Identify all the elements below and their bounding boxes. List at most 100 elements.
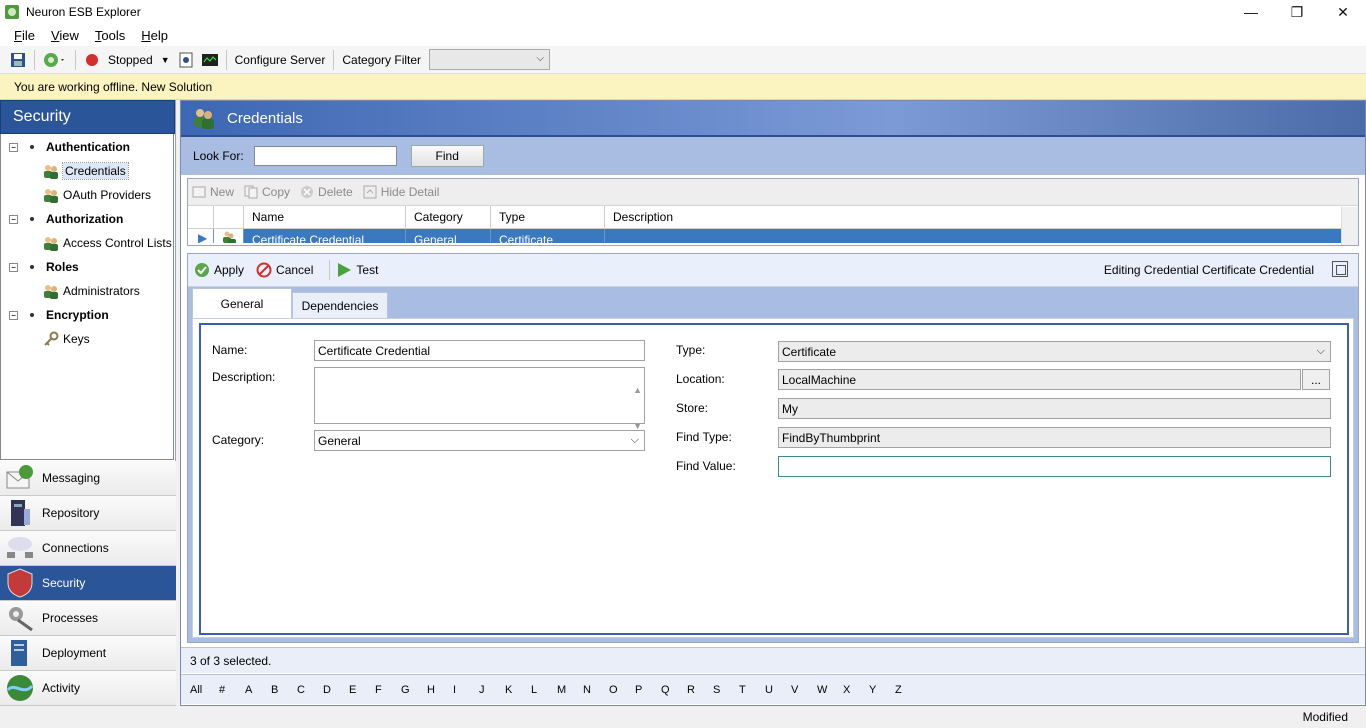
- copy-button[interactable]: Copy: [244, 185, 290, 199]
- tree-group-authentication[interactable]: − Authentication: [9, 136, 130, 158]
- collapse-icon[interactable]: −: [9, 262, 18, 272]
- cancel-button[interactable]: Cancel: [256, 262, 313, 278]
- alpha-filter-e[interactable]: E: [349, 684, 375, 696]
- alpha-filter-u[interactable]: U: [765, 684, 791, 696]
- collapse-icon[interactable]: −: [9, 310, 18, 320]
- save-icon[interactable]: [9, 51, 27, 69]
- alpha-filter-s[interactable]: S: [713, 684, 739, 696]
- store-field[interactable]: My: [778, 398, 1331, 419]
- solution-icon[interactable]: [42, 51, 68, 69]
- description-field[interactable]: ▲ ▼: [314, 367, 645, 431]
- tree-label: Credentials: [62, 162, 129, 180]
- find-value-field[interactable]: [778, 456, 1331, 477]
- chevron-down-icon[interactable]: ▼: [161, 55, 170, 65]
- alpha-filter-h[interactable]: H: [427, 684, 453, 696]
- column-header-type[interactable]: Type: [491, 206, 605, 228]
- tree-item-credentials[interactable]: Credentials: [43, 160, 129, 182]
- nav-button-deployment[interactable]: Deployment: [0, 636, 176, 671]
- nav-button-connections[interactable]: Connections: [0, 531, 176, 566]
- minimize-button[interactable]: —: [1228, 0, 1274, 24]
- info-icon[interactable]: [177, 51, 195, 69]
- apply-button[interactable]: Apply: [194, 262, 244, 278]
- alpha-filter-d[interactable]: D: [323, 684, 349, 696]
- alpha-filter-q[interactable]: Q: [661, 684, 687, 696]
- alpha-filter-j[interactable]: J: [479, 684, 505, 696]
- menu-tools[interactable]: Tools: [87, 28, 133, 43]
- category-select[interactable]: General ⌵: [314, 430, 645, 451]
- name-value: Certificate Credential: [318, 343, 431, 358]
- alpha-filter-p[interactable]: P: [635, 684, 661, 696]
- alpha-filter-b[interactable]: B: [271, 684, 297, 696]
- alpha-filter-g[interactable]: G: [401, 684, 427, 696]
- alpha-filter-n[interactable]: N: [583, 684, 609, 696]
- alpha-filter-x[interactable]: X: [843, 684, 869, 696]
- tree-item-access-control-lists[interactable]: Access Control Lists: [43, 232, 172, 254]
- service-status-label[interactable]: Stopped: [108, 53, 153, 67]
- alpha-filter-r[interactable]: R: [687, 684, 713, 696]
- alpha-filter-hash[interactable]: #: [219, 684, 245, 696]
- collapse-icon[interactable]: −: [9, 142, 18, 152]
- alpha-filter-all[interactable]: All: [190, 684, 219, 696]
- close-button[interactable]: ✕: [1320, 0, 1366, 24]
- column-header-description[interactable]: Description: [605, 206, 1339, 228]
- maximize-detail-icon[interactable]: [1332, 261, 1348, 277]
- alpha-filter-w[interactable]: W: [817, 684, 843, 696]
- alpha-filter-z[interactable]: Z: [895, 684, 921, 696]
- location-browse-button[interactable]: ...: [1302, 369, 1330, 390]
- configure-server-button[interactable]: Configure Server: [235, 53, 326, 67]
- tab-general[interactable]: General: [192, 288, 292, 318]
- alpha-filter-i[interactable]: I: [453, 684, 479, 696]
- column-header-category[interactable]: Category: [406, 206, 491, 228]
- tree-item-administrators[interactable]: Administrators: [43, 280, 140, 302]
- collapse-icon[interactable]: −: [9, 214, 18, 224]
- nav-button-activity[interactable]: Activity: [0, 671, 176, 706]
- category-filter-select[interactable]: ⌵: [429, 49, 551, 70]
- alpha-filter-t[interactable]: T: [739, 684, 765, 696]
- find-button[interactable]: Find: [410, 145, 484, 167]
- stopped-status-icon[interactable]: [83, 51, 101, 69]
- alpha-filter-m[interactable]: M: [557, 684, 583, 696]
- alpha-filter-l[interactable]: L: [531, 684, 557, 696]
- location-label: Location:: [676, 372, 725, 386]
- acl-icon: [44, 237, 58, 251]
- nav-button-processes[interactable]: Processes: [0, 601, 176, 636]
- test-button[interactable]: Test: [336, 262, 378, 278]
- tree-item-keys[interactable]: Keys: [43, 328, 90, 350]
- selection-status-text: 3 of 3 selected.: [190, 653, 272, 668]
- menu-help[interactable]: Help: [133, 28, 176, 43]
- tree-group-authorization[interactable]: − Authorization: [9, 208, 123, 230]
- alpha-filter-a[interactable]: A: [245, 684, 271, 696]
- nav-button-messaging[interactable]: Messaging: [0, 461, 176, 496]
- menu-view[interactable]: View: [43, 28, 87, 43]
- alpha-filter-f[interactable]: F: [375, 684, 401, 696]
- nav-button-repository[interactable]: Repository: [0, 496, 176, 531]
- table-row[interactable]: ▶ Certificate Credential General Certifi…: [188, 229, 1358, 243]
- alpha-filter-o[interactable]: O: [609, 684, 635, 696]
- bullet-icon: [30, 265, 34, 269]
- maximize-button[interactable]: ❐: [1274, 0, 1320, 24]
- tab-dependencies[interactable]: Dependencies: [292, 292, 388, 318]
- nav-button-security[interactable]: Security: [0, 566, 176, 601]
- alpha-filter-c[interactable]: C: [297, 684, 323, 696]
- look-for-input[interactable]: [253, 146, 397, 166]
- monitor-icon[interactable]: [201, 51, 219, 69]
- tree-group-encryption[interactable]: − Encryption: [9, 304, 109, 326]
- column-header-name[interactable]: Name: [244, 206, 406, 228]
- tree-group-roles[interactable]: − Roles: [9, 256, 79, 278]
- hide-detail-button[interactable]: Hide Detail: [363, 185, 439, 199]
- alpha-filter-v[interactable]: V: [791, 684, 817, 696]
- alpha-filter-y[interactable]: Y: [869, 684, 895, 696]
- find-type-field[interactable]: FindByThumbprint: [778, 427, 1331, 448]
- type-select[interactable]: Certificate ⌵: [778, 341, 1331, 362]
- tree-item-oauth-providers[interactable]: OAuth Providers: [43, 184, 151, 206]
- list-scrollbar[interactable]: [1341, 207, 1358, 245]
- new-button[interactable]: New: [192, 185, 234, 199]
- location-field[interactable]: LocalMachine: [778, 369, 1301, 390]
- delete-button[interactable]: Delete: [300, 185, 353, 199]
- name-field[interactable]: Certificate Credential: [314, 340, 645, 361]
- test-button-label: Test: [356, 263, 379, 277]
- alpha-filter-k[interactable]: K: [505, 684, 531, 696]
- processes-icon: [9, 607, 33, 632]
- menu-file[interactable]: File: [6, 28, 43, 43]
- toolbar-separator: [34, 49, 35, 70]
